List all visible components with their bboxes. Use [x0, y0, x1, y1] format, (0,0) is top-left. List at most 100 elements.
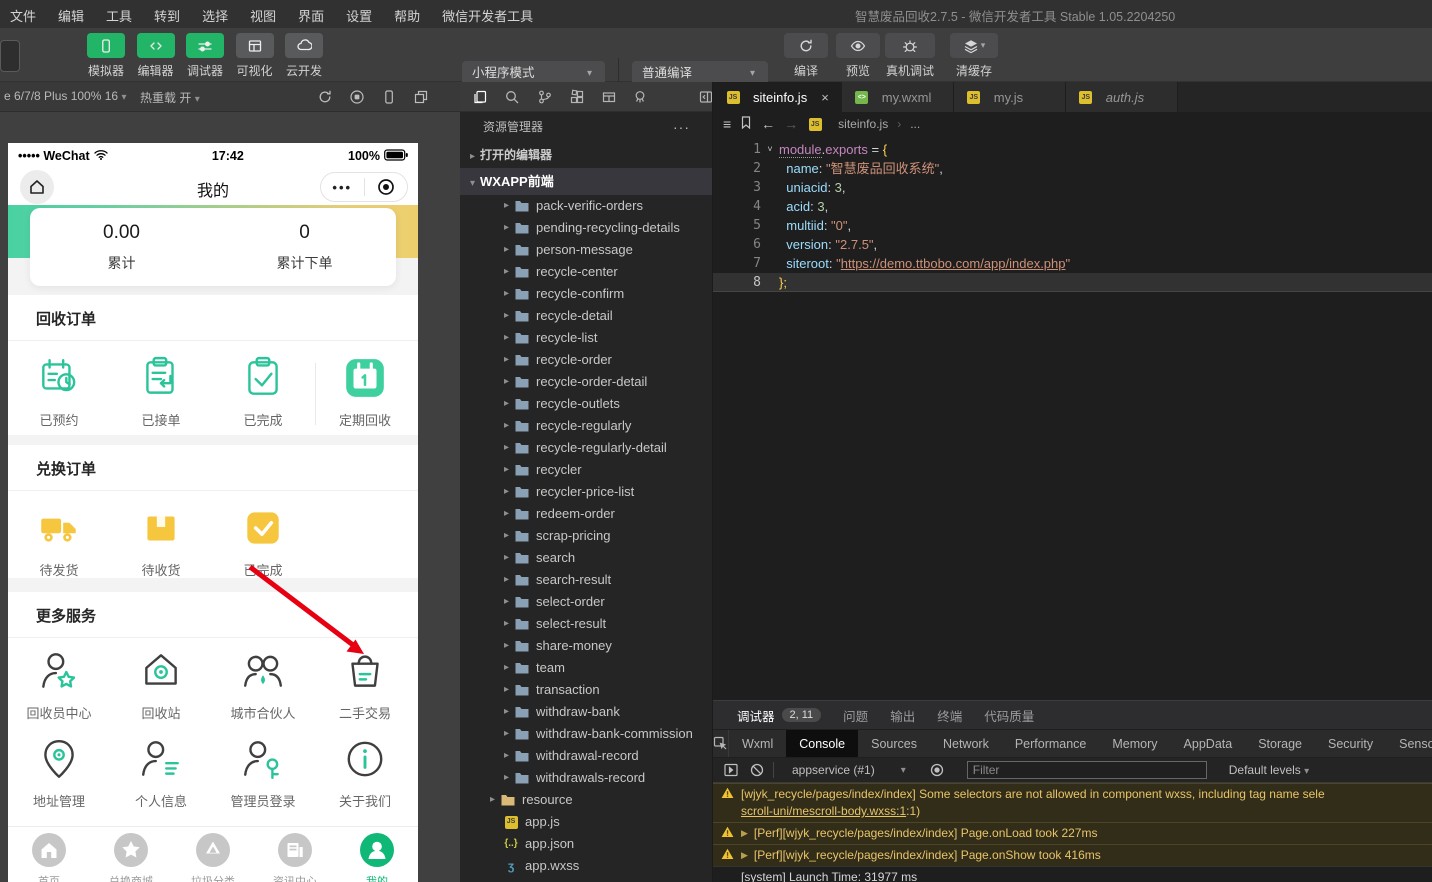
tree-item-app.wxss[interactable]: ʒapp.wxss: [460, 855, 712, 877]
extensions-icon[interactable]: [569, 89, 585, 105]
tab-我的[interactable]: 我的: [336, 827, 418, 882]
fold-icon[interactable]: ˅: [761, 140, 779, 159]
forward-icon[interactable]: →: [784, 116, 798, 132]
panel-tab-终端[interactable]: 终端: [937, 706, 962, 725]
menu-item-界面[interactable]: 界面: [298, 6, 324, 25]
inspect-element-icon[interactable]: [713, 730, 729, 757]
collapse-sidebar-icon[interactable]: [698, 89, 713, 105]
tree-folder-withdraw-bank[interactable]: ▸withdraw-bank: [460, 701, 712, 723]
editor-tab-my.js[interactable]: JSmy.js: [954, 82, 1066, 112]
breadcrumb-rest[interactable]: ...: [910, 117, 920, 131]
phone-frame-icon[interactable]: [381, 89, 397, 105]
devtools-tab-Wxml[interactable]: Wxml: [729, 730, 786, 757]
tab-首页[interactable]: 首页: [8, 827, 90, 882]
devtools-tab-Security[interactable]: Security: [1315, 730, 1386, 757]
plugin-icon[interactable]: [632, 89, 648, 105]
tree-folder-share-money[interactable]: ▸share-money: [460, 635, 712, 657]
tree-folder-team[interactable]: ▸team: [460, 657, 712, 679]
tree-folder-person-message[interactable]: ▸person-message: [460, 239, 712, 261]
tree-folder-select-order[interactable]: ▸select-order: [460, 591, 712, 613]
menu-item-微信开发者工具[interactable]: 微信开发者工具: [442, 6, 533, 25]
console-filter-input[interactable]: [967, 761, 1207, 779]
grid-item-个人信息[interactable]: 个人信息: [110, 736, 212, 810]
bookmark-icon[interactable]: [740, 116, 752, 132]
expand-drawer-icon[interactable]: [723, 762, 739, 778]
panel-button-云开发[interactable]: 云开发: [282, 33, 326, 79]
menu-item-帮助[interactable]: 帮助: [394, 6, 420, 25]
tab-兑换商城[interactable]: 兑换商城: [90, 827, 172, 882]
grid-item-回收员中心[interactable]: 回收员中心: [8, 648, 110, 722]
back-icon[interactable]: ←: [761, 116, 775, 132]
package-icon[interactable]: [601, 89, 617, 105]
tree-folder-transaction[interactable]: ▸transaction: [460, 679, 712, 701]
grid-item-待收货[interactable]: 待收货: [110, 505, 212, 579]
tree-folder-recycle-confirm[interactable]: ▸recycle-confirm: [460, 283, 712, 305]
detach-window-icon[interactable]: [413, 89, 429, 105]
grid-item-已预约[interactable]: 已预约: [8, 355, 110, 429]
project-root-folder[interactable]: ▾WXAPP前端: [460, 168, 712, 195]
panel-button-调试器[interactable]: 调试器: [183, 33, 227, 79]
tree-folder-withdraw-bank-commission[interactable]: ▸withdraw-bank-commission: [460, 723, 712, 745]
hot-reload-toggle[interactable]: 热重载 开 ▾: [140, 89, 205, 106]
grid-item-管理员登录[interactable]: 管理员登录: [212, 736, 314, 810]
editor-tab-auth.js[interactable]: JSauth.js: [1066, 82, 1178, 112]
tree-folder-recycle-list[interactable]: ▸recycle-list: [460, 327, 712, 349]
breadcrumb-file[interactable]: siteinfo.js: [838, 117, 888, 131]
clear-console-icon[interactable]: [749, 762, 765, 778]
editor-tab-siteinfo.js[interactable]: JSsiteinfo.js×: [713, 82, 842, 112]
tree-item-app.js[interactable]: JSapp.js: [460, 811, 712, 833]
tree-folder-redeem-order[interactable]: ▸redeem-order: [460, 503, 712, 525]
tree-folder-pack-verific-orders[interactable]: ▸pack-verific-orders: [460, 195, 712, 217]
open-editors-section[interactable]: ▸打开的编辑器: [460, 142, 712, 168]
tree-item-app.json[interactable]: {..}app.json: [460, 833, 712, 855]
grid-item-已完成[interactable]: 已完成: [212, 505, 314, 579]
search-icon[interactable]: [504, 89, 520, 105]
devtools-tab-Storage[interactable]: Storage: [1245, 730, 1315, 757]
source-control-icon[interactable]: [537, 89, 553, 105]
tree-folder-recycler-price-list[interactable]: ▸recycler-price-list: [460, 481, 712, 503]
grid-item-关于我们[interactable]: 关于我们: [314, 736, 416, 810]
grid-item-回收站[interactable]: 回收站: [110, 648, 212, 722]
device-selector[interactable]: e 6/7/8 Plus 100% 16 ▾: [4, 89, 131, 103]
tree-folder-search[interactable]: ▸search: [460, 547, 712, 569]
tree-folder-select-result[interactable]: ▸select-result: [460, 613, 712, 635]
devtools-tab-Sources[interactable]: Sources: [858, 730, 930, 757]
menu-item-编辑[interactable]: 编辑: [58, 6, 84, 25]
menu-item-选择[interactable]: 选择: [202, 6, 228, 25]
explorer-more-icon[interactable]: ···: [673, 112, 690, 142]
grid-item-二手交易[interactable]: 二手交易: [314, 648, 416, 722]
code-area[interactable]: 1˅module.exports = {2 name: "智慧废品回收系统",3…: [713, 140, 1432, 292]
grid-item-地址管理[interactable]: 地址管理: [8, 736, 110, 810]
tree-folder-recycler[interactable]: ▸recycler: [460, 459, 712, 481]
tree-folder-withdrawals-record[interactable]: ▸withdrawals-record: [460, 767, 712, 789]
tree-folder-pending-recycling-details[interactable]: ▸pending-recycling-details: [460, 217, 712, 239]
tab-垃圾分类[interactable]: 垃圾分类: [172, 827, 254, 882]
tree-folder-recycle-regularly-detail[interactable]: ▸recycle-regularly-detail: [460, 437, 712, 459]
menu-item-工具[interactable]: 工具: [106, 6, 132, 25]
tree-folder-recycle-outlets[interactable]: ▸recycle-outlets: [460, 393, 712, 415]
grid-item-已接单[interactable]: 已接单: [110, 355, 212, 429]
devtools-tab-Performance[interactable]: Performance: [1002, 730, 1100, 757]
menu-item-转到[interactable]: 转到: [154, 6, 180, 25]
expand-icon[interactable]: ▶: [741, 850, 748, 861]
context-dropdown[interactable]: appservice (#1)▾: [792, 763, 911, 777]
action-button-编译[interactable]: 编译: [780, 33, 832, 79]
rotate-icon[interactable]: [317, 89, 333, 105]
console-link[interactable]: scroll-uni/mescroll-body.wxss:1: [741, 804, 906, 818]
panel-tab-调试器[interactable]: 调试器2, 11: [737, 706, 821, 725]
panel-tab-代码质量[interactable]: 代码质量: [984, 706, 1034, 725]
devtools-tab-Console[interactable]: Console: [786, 730, 858, 757]
panel-tab-输出[interactable]: 输出: [890, 706, 915, 725]
action-button-清缓存[interactable]: ▾清缓存: [948, 33, 1000, 79]
exit-target-icon[interactable]: [365, 178, 408, 196]
app-logo[interactable]: [0, 40, 20, 72]
menu-item-文件[interactable]: 文件: [10, 6, 36, 25]
devtools-tab-Sensor[interactable]: Sensor: [1386, 730, 1432, 757]
devtools-tab-AppData[interactable]: AppData: [1171, 730, 1246, 757]
devtools-tab-Network[interactable]: Network: [930, 730, 1002, 757]
grid-item-定期回收[interactable]: 定期回收: [314, 355, 416, 429]
panel-tab-问题[interactable]: 问题: [843, 706, 868, 725]
action-button-预览[interactable]: 预览: [832, 33, 884, 79]
tree-folder-search-result[interactable]: ▸search-result: [460, 569, 712, 591]
expand-icon[interactable]: ▶: [741, 828, 748, 839]
